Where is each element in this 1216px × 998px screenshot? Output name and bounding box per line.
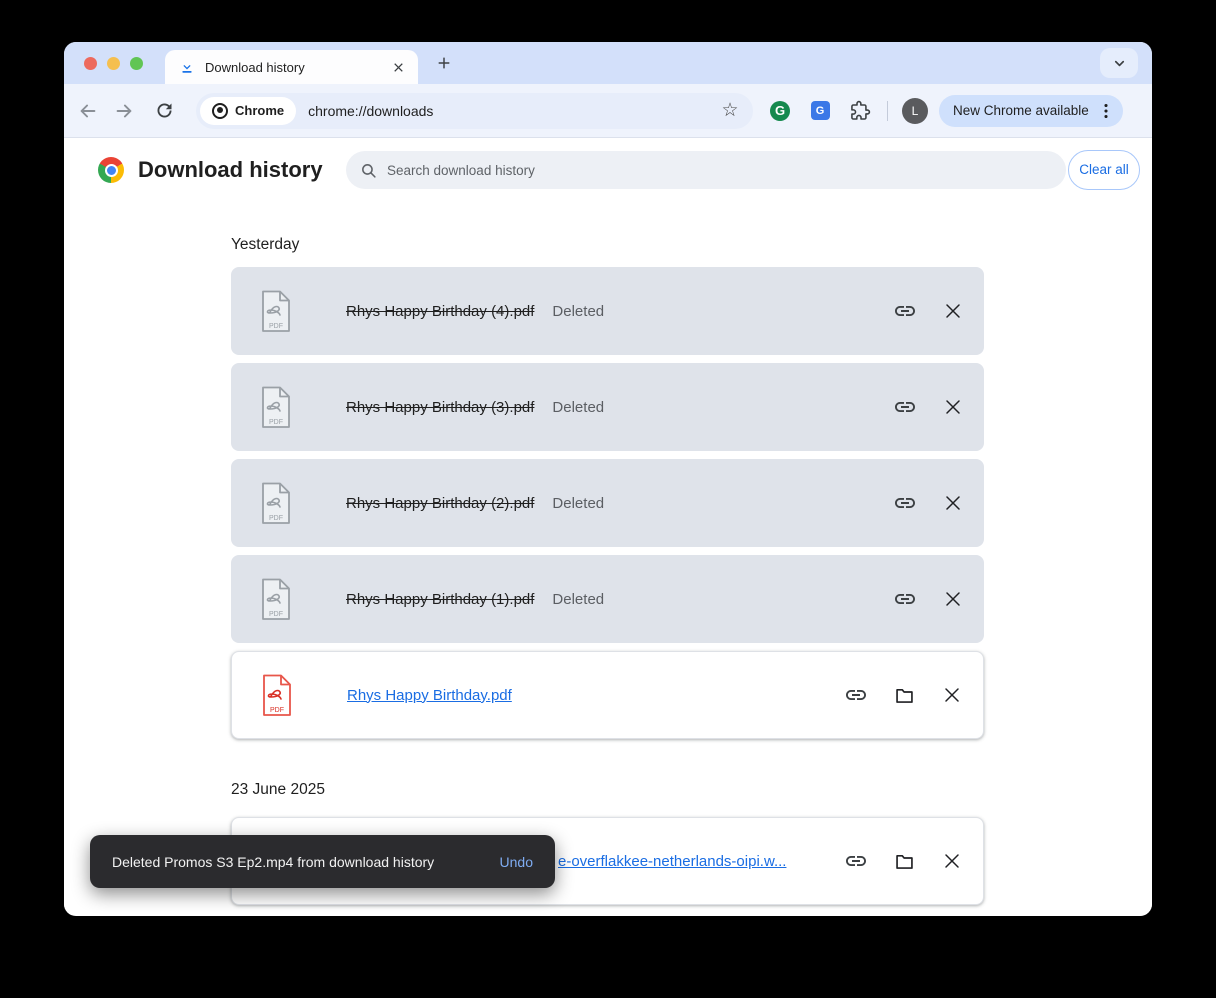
status-label: Deleted [552, 494, 605, 512]
undo-toast: Deleted Promos S3 Ep2.mp4 from download … [90, 835, 555, 888]
grammarly-g-glyph: G [770, 100, 790, 121]
remove-item-icon[interactable] [940, 849, 964, 873]
status-label: Deleted [552, 590, 605, 608]
download-icon [179, 59, 195, 75]
section-heading-23-june: 23 June 2025 [231, 781, 325, 798]
browser-window: Download history Chrome chrome://downloa… [64, 42, 1152, 916]
tab-strip: Download history [64, 42, 1152, 84]
file-badge: PDF [269, 611, 283, 618]
page-header: Download history Clear all [64, 138, 1152, 202]
back-button[interactable] [76, 99, 100, 123]
tab-download-history[interactable]: Download history [165, 50, 418, 84]
download-item: PDF Rhys Happy Birthday (4).pdf Deleted [231, 267, 984, 355]
minimize-window-button[interactable] [107, 56, 120, 70]
site-chip-label: Chrome [235, 103, 285, 118]
bookmark-star-icon[interactable]: ☆ [719, 100, 741, 122]
file-badge: PDF [269, 323, 283, 330]
address-bar[interactable]: Chrome chrome://downloads ☆ [196, 92, 753, 129]
browser-toolbar: Chrome chrome://downloads ☆ G G L New Ch… [64, 84, 1152, 138]
show-in-folder-icon[interactable] [892, 849, 916, 873]
toast-message: Deleted Promos S3 Ep2.mp4 from download … [112, 853, 435, 870]
pdf-file-icon: PDF [258, 289, 294, 334]
copy-link-icon[interactable] [893, 587, 917, 611]
zoom-window-button[interactable] [130, 56, 143, 70]
close-window-button[interactable] [84, 56, 97, 70]
extensions-puzzle-icon[interactable] [847, 98, 873, 124]
avatar-initial: L [911, 103, 919, 118]
downloads-list: Yesterday PDF Rhys Happy Birthday (4).pd… [231, 236, 984, 905]
copy-link-icon[interactable] [844, 683, 868, 707]
update-chrome-label: New Chrome available [953, 103, 1089, 118]
pdf-file-icon-red: PDF [259, 673, 295, 718]
reload-button[interactable] [152, 99, 176, 123]
file-name: Rhys Happy Birthday (2).pdf [346, 494, 535, 512]
file-link[interactable]: Rhys Happy Birthday.pdf [347, 687, 512, 704]
traffic-lights [84, 56, 143, 70]
search-input[interactable] [387, 162, 1052, 178]
status-label: Deleted [552, 398, 605, 416]
page-title: Download history [138, 157, 323, 182]
downloads-page: Download history Clear all Yesterday [64, 138, 1152, 915]
chrome-mono-icon [212, 102, 228, 119]
download-item: PDF Rhys Happy Birthday (1).pdf Deleted [231, 555, 984, 643]
update-chrome-button[interactable]: New Chrome available [939, 94, 1123, 127]
remove-item-icon[interactable] [941, 587, 965, 611]
show-in-folder-icon[interactable] [892, 683, 916, 707]
remove-item-icon[interactable] [941, 491, 965, 515]
file-name: Rhys Happy Birthday (1).pdf [346, 590, 535, 608]
remove-item-icon[interactable] [941, 299, 965, 323]
forward-button[interactable] [112, 99, 136, 123]
browser-menu-icon[interactable] [1095, 100, 1117, 122]
remove-item-icon[interactable] [940, 683, 964, 707]
undo-button[interactable]: Undo [500, 854, 533, 870]
tab-close-button[interactable] [388, 57, 408, 77]
copy-link-icon[interactable] [893, 299, 917, 323]
remove-item-icon[interactable] [941, 395, 965, 419]
file-link[interactable]: e-overflakkee-netherlands-oipi.w... [558, 853, 786, 870]
search-icon [360, 162, 377, 179]
download-item: PDF Rhys Happy Birthday.pdf [231, 651, 984, 739]
url-text[interactable]: chrome://downloads [308, 103, 433, 119]
translate-glyph: G [810, 101, 830, 120]
section-heading-yesterday: Yesterday [231, 236, 300, 253]
grammarly-extension-icon[interactable]: G [767, 98, 793, 124]
tab-list-chevron-button[interactable] [1100, 48, 1138, 78]
site-chip[interactable]: Chrome [200, 96, 297, 125]
tab-title: Download history [205, 59, 305, 75]
copy-link-icon[interactable] [844, 849, 868, 873]
pdf-file-icon: PDF [258, 577, 294, 622]
copy-link-icon[interactable] [893, 395, 917, 419]
translate-extension-icon[interactable]: G [807, 98, 833, 124]
profile-avatar[interactable]: L [902, 97, 928, 124]
toolbar-divider [887, 100, 888, 121]
file-badge: PDF [269, 419, 283, 426]
new-tab-button[interactable] [430, 49, 458, 77]
copy-link-icon[interactable] [893, 491, 917, 515]
file-name: Rhys Happy Birthday (3).pdf [346, 398, 535, 416]
search-box[interactable] [346, 151, 1066, 189]
pdf-file-icon: PDF [258, 481, 294, 526]
chrome-logo [98, 157, 124, 183]
status-label: Deleted [552, 302, 605, 320]
file-name: Rhys Happy Birthday (4).pdf [346, 302, 535, 320]
file-badge: PDF [269, 515, 283, 522]
download-item: PDF Rhys Happy Birthday (2).pdf Deleted [231, 459, 984, 547]
pdf-file-icon: PDF [258, 385, 294, 430]
file-badge: PDF [270, 707, 284, 714]
download-item: PDF Rhys Happy Birthday (3).pdf Deleted [231, 363, 984, 451]
clear-all-button[interactable]: Clear all [1068, 150, 1140, 190]
